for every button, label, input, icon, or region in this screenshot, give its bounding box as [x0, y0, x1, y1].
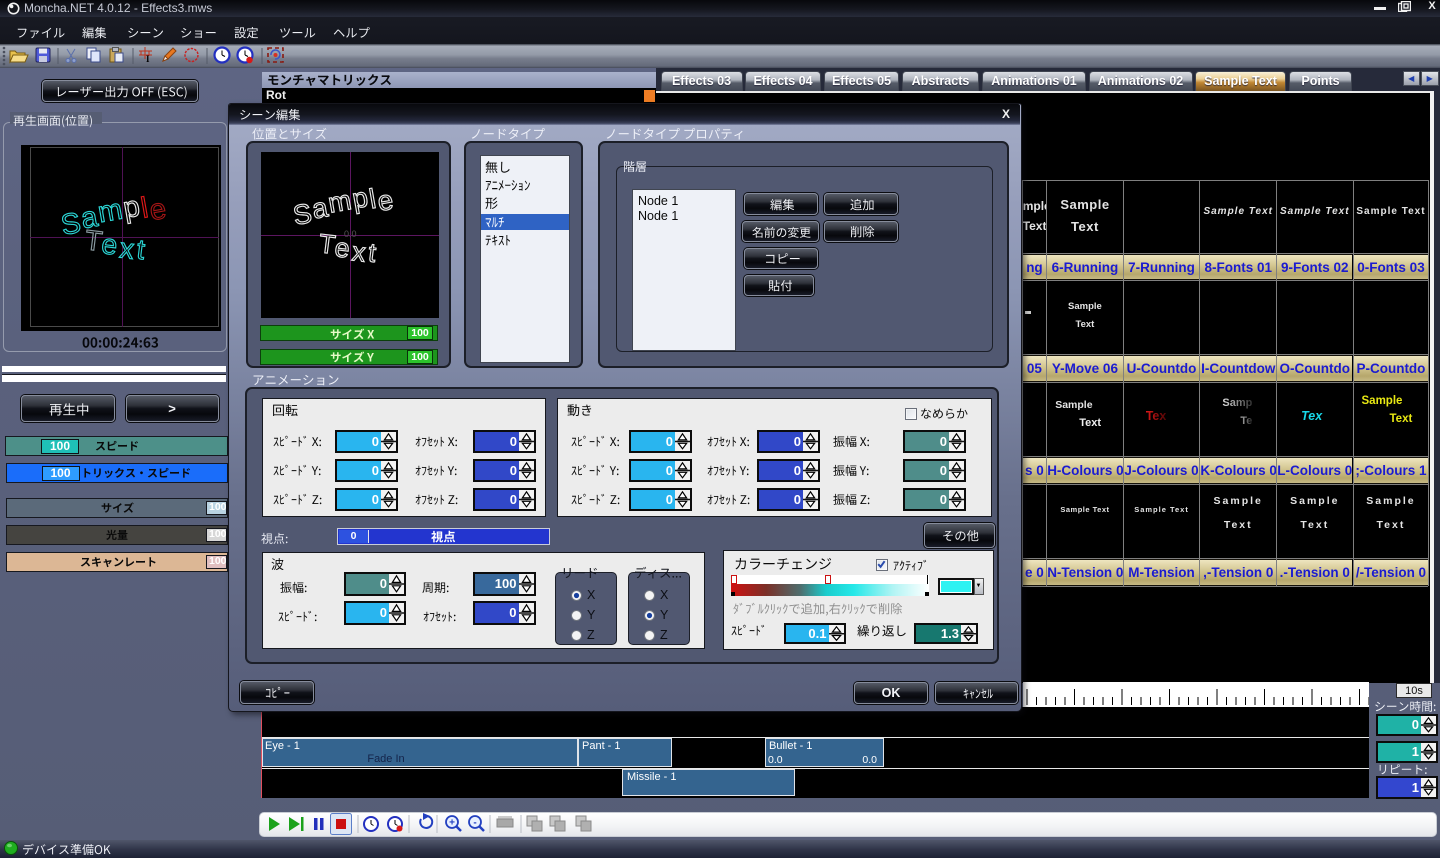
svg-text:-: - [473, 818, 476, 829]
svg-text:0.0: 0.0 [344, 229, 357, 239]
svg-text:Sample: Sample [289, 177, 396, 232]
svg-text:I: I [146, 54, 150, 64]
svg-text:+: + [449, 818, 455, 829]
svg-text:Text: Text [83, 224, 150, 266]
